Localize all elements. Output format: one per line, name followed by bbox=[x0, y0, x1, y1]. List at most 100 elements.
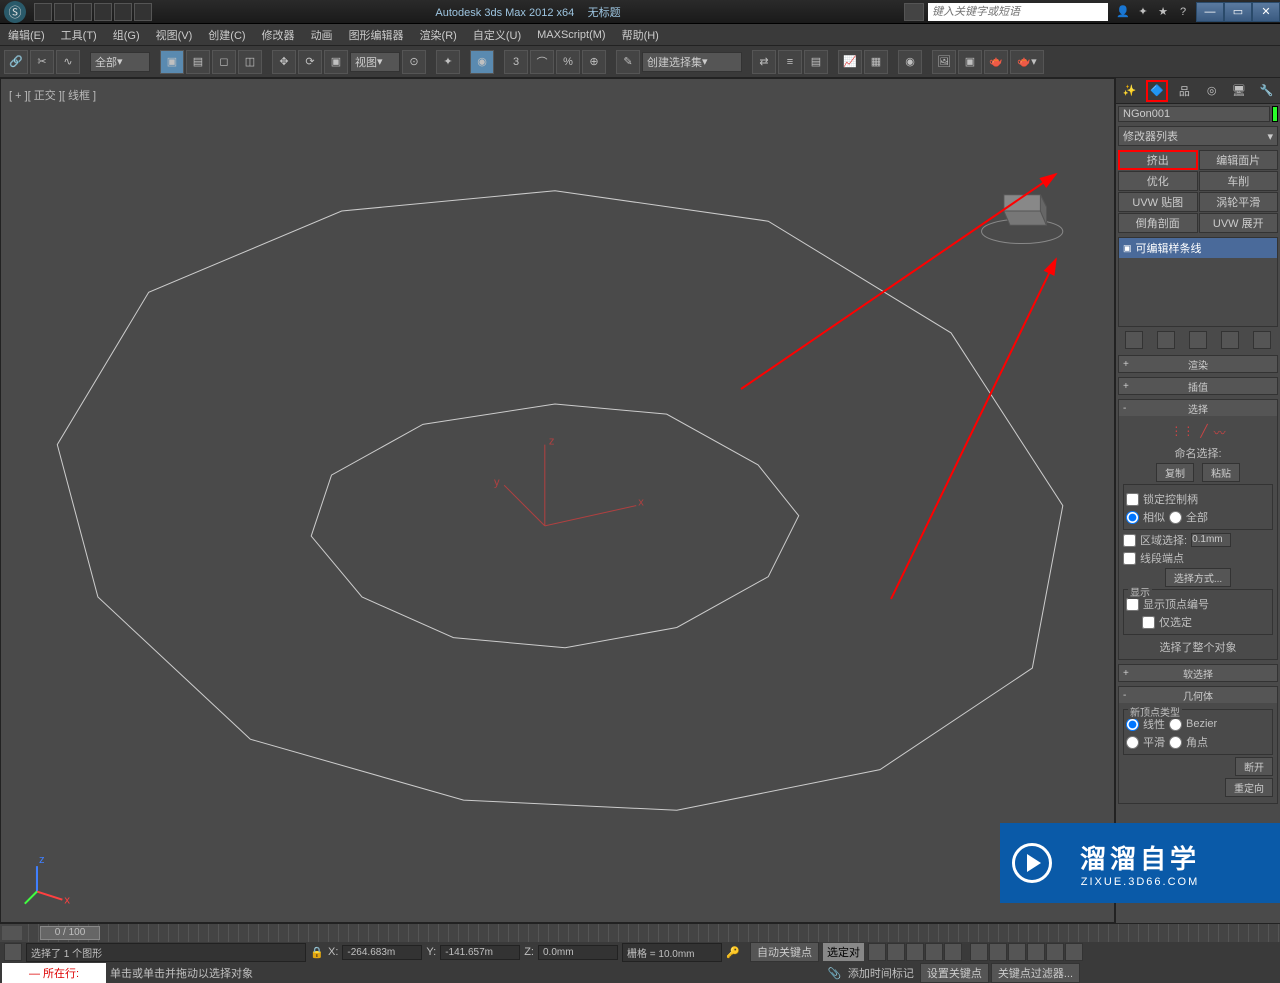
next-frame-icon[interactable] bbox=[925, 943, 943, 961]
render-setup-icon[interactable]: 🖼 bbox=[932, 50, 956, 74]
dropdown-icon[interactable] bbox=[134, 3, 152, 21]
maximize-viewport-icon[interactable] bbox=[1065, 943, 1083, 961]
scale-icon[interactable]: ▣ bbox=[324, 50, 348, 74]
info-center-icon[interactable] bbox=[904, 3, 924, 21]
exchange-icon[interactable]: ✦ bbox=[1134, 3, 1152, 21]
save-icon[interactable] bbox=[74, 3, 92, 21]
set-key-button[interactable]: 设置关键点 bbox=[920, 963, 989, 983]
auto-key-button[interactable]: 自动关键点 bbox=[750, 942, 819, 962]
uvw-unwrap-button[interactable]: UVW 展开 bbox=[1199, 213, 1279, 233]
search-box[interactable] bbox=[928, 3, 1108, 21]
window-crossing-icon[interactable]: ◫ bbox=[238, 50, 262, 74]
zoom-extents-icon[interactable] bbox=[1008, 943, 1026, 961]
layers-icon[interactable]: ▤ bbox=[804, 50, 828, 74]
schematic-view-icon[interactable]: ▦ bbox=[864, 50, 888, 74]
turbosmooth-button[interactable]: 涡轮平滑 bbox=[1199, 192, 1279, 212]
viewport-label[interactable]: [ + ][ 正交 ][ 线框 ] bbox=[9, 87, 96, 103]
redo-icon[interactable] bbox=[114, 3, 132, 21]
vertex-subobj-icon[interactable]: ⋮⋮ bbox=[1170, 424, 1194, 441]
unlink-icon[interactable]: ✂ bbox=[30, 50, 54, 74]
spinner-snap-icon[interactable]: ⊕ bbox=[582, 50, 606, 74]
selection-filter-dropdown[interactable]: 全部 ▾ bbox=[90, 52, 150, 72]
undo-icon[interactable] bbox=[94, 3, 112, 21]
curve-editor-icon[interactable]: 📈 bbox=[838, 50, 862, 74]
object-color-swatch[interactable] bbox=[1272, 106, 1278, 122]
all-radio[interactable] bbox=[1169, 511, 1182, 524]
menu-customize[interactable]: 自定义(U) bbox=[473, 27, 521, 43]
menu-rendering[interactable]: 渲染(R) bbox=[420, 27, 457, 43]
zoom-icon[interactable] bbox=[989, 943, 1007, 961]
menu-graph-editors[interactable]: 图形编辑器 bbox=[349, 27, 404, 43]
pivot-icon[interactable]: ⊙ bbox=[402, 50, 426, 74]
lock-handles-checkbox[interactable] bbox=[1126, 493, 1139, 506]
orbit-icon[interactable] bbox=[1046, 943, 1064, 961]
menu-help[interactable]: 帮助(H) bbox=[622, 27, 659, 43]
script-listener-icon[interactable] bbox=[4, 943, 22, 961]
angle-snap-icon[interactable]: ⌒ bbox=[530, 50, 554, 74]
area-select-spinner[interactable]: 0.1mm bbox=[1191, 533, 1231, 547]
timeline-ticks[interactable] bbox=[28, 924, 1280, 942]
object-name-input[interactable] bbox=[1118, 106, 1270, 122]
redirect-button[interactable]: 重定向 bbox=[1225, 778, 1273, 797]
motion-tab-icon[interactable]: ◎ bbox=[1201, 80, 1223, 102]
percent-snap-icon[interactable]: % bbox=[556, 50, 580, 74]
lathe-button[interactable]: 车削 bbox=[1199, 171, 1279, 191]
break-button[interactable]: 断开 bbox=[1235, 757, 1273, 776]
menu-modifiers[interactable]: 修改器 bbox=[262, 27, 295, 43]
play-icon[interactable] bbox=[906, 943, 924, 961]
add-time-tag-label[interactable]: 添加时间标记 bbox=[842, 965, 920, 981]
x-coord[interactable]: -264.683m bbox=[342, 945, 422, 960]
key-filters-button[interactable]: 关键点过滤器... bbox=[991, 963, 1080, 983]
key-icon[interactable]: 🔑 bbox=[726, 946, 746, 959]
pan-icon[interactable] bbox=[970, 943, 988, 961]
viewport[interactable]: [ + ][ 正交 ][ 线框 ] z y x z x bbox=[0, 78, 1115, 923]
modify-tab-icon[interactable]: 🔷 bbox=[1146, 80, 1168, 102]
rollout-geometry-header[interactable]: 几何体 bbox=[1119, 687, 1277, 703]
smooth-radio[interactable] bbox=[1126, 736, 1139, 749]
subscription-icon[interactable]: 👤 bbox=[1114, 3, 1132, 21]
render-production-icon[interactable]: 🫖▾ bbox=[1010, 50, 1044, 74]
select-manipulate-icon[interactable]: ✦ bbox=[436, 50, 460, 74]
segment-subobj-icon[interactable]: ╱ bbox=[1200, 424, 1207, 441]
make-unique-icon[interactable] bbox=[1189, 331, 1207, 349]
configure-sets-icon[interactable] bbox=[1253, 331, 1271, 349]
new-icon[interactable] bbox=[34, 3, 52, 21]
material-editor-icon[interactable]: ◉ bbox=[898, 50, 922, 74]
select-region-icon[interactable]: ◻ bbox=[212, 50, 236, 74]
z-coord[interactable]: 0.0mm bbox=[538, 945, 618, 960]
create-tab-icon[interactable]: ✨ bbox=[1119, 80, 1141, 102]
select-object-icon[interactable]: ▣ bbox=[160, 50, 184, 74]
render-icon[interactable]: 🫖 bbox=[984, 50, 1008, 74]
extrude-button[interactable]: 挤出 bbox=[1118, 150, 1198, 170]
rendered-frame-icon[interactable]: ▣ bbox=[958, 50, 982, 74]
rollout-interp-header[interactable]: 插值 bbox=[1119, 378, 1277, 394]
goto-end-icon[interactable] bbox=[944, 943, 962, 961]
selected-only-checkbox[interactable] bbox=[1142, 616, 1155, 629]
lock-icon[interactable]: 🔒 bbox=[310, 946, 324, 959]
menu-views[interactable]: 视图(V) bbox=[156, 27, 193, 43]
utilities-tab-icon[interactable]: 🔧 bbox=[1255, 80, 1277, 102]
similar-radio[interactable] bbox=[1126, 511, 1139, 524]
rotate-icon[interactable]: ⟳ bbox=[298, 50, 322, 74]
segment-end-checkbox[interactable] bbox=[1123, 552, 1136, 565]
modifier-stack[interactable]: 可编辑样条线 bbox=[1118, 237, 1278, 327]
time-slider[interactable]: 0 / 100 bbox=[40, 926, 100, 940]
pin-stack-icon[interactable] bbox=[1125, 331, 1143, 349]
menu-edit[interactable]: 编辑(E) bbox=[8, 27, 45, 43]
hierarchy-tab-icon[interactable]: 品 bbox=[1173, 80, 1195, 102]
copy-button[interactable]: 复制 bbox=[1156, 463, 1194, 482]
area-select-checkbox[interactable] bbox=[1123, 534, 1136, 547]
linear-radio[interactable] bbox=[1126, 718, 1139, 731]
rollout-selection-header[interactable]: 选择 bbox=[1119, 400, 1277, 416]
edit-named-sel-icon[interactable]: ✎ bbox=[616, 50, 640, 74]
show-vertex-nums-checkbox[interactable] bbox=[1126, 598, 1139, 611]
select-by-button[interactable]: 选择方式... bbox=[1165, 568, 1231, 587]
prev-frame-icon[interactable] bbox=[887, 943, 905, 961]
snap-3d-icon[interactable]: 3 bbox=[504, 50, 528, 74]
paste-button[interactable]: 粘贴 bbox=[1202, 463, 1240, 482]
corner-radio[interactable] bbox=[1169, 736, 1182, 749]
fov-icon[interactable] bbox=[1027, 943, 1045, 961]
rollout-render-header[interactable]: 渲染 bbox=[1119, 356, 1277, 372]
rollout-softsel-header[interactable]: 软选择 bbox=[1119, 665, 1277, 681]
edit-patch-button[interactable]: 编辑面片 bbox=[1199, 150, 1279, 170]
